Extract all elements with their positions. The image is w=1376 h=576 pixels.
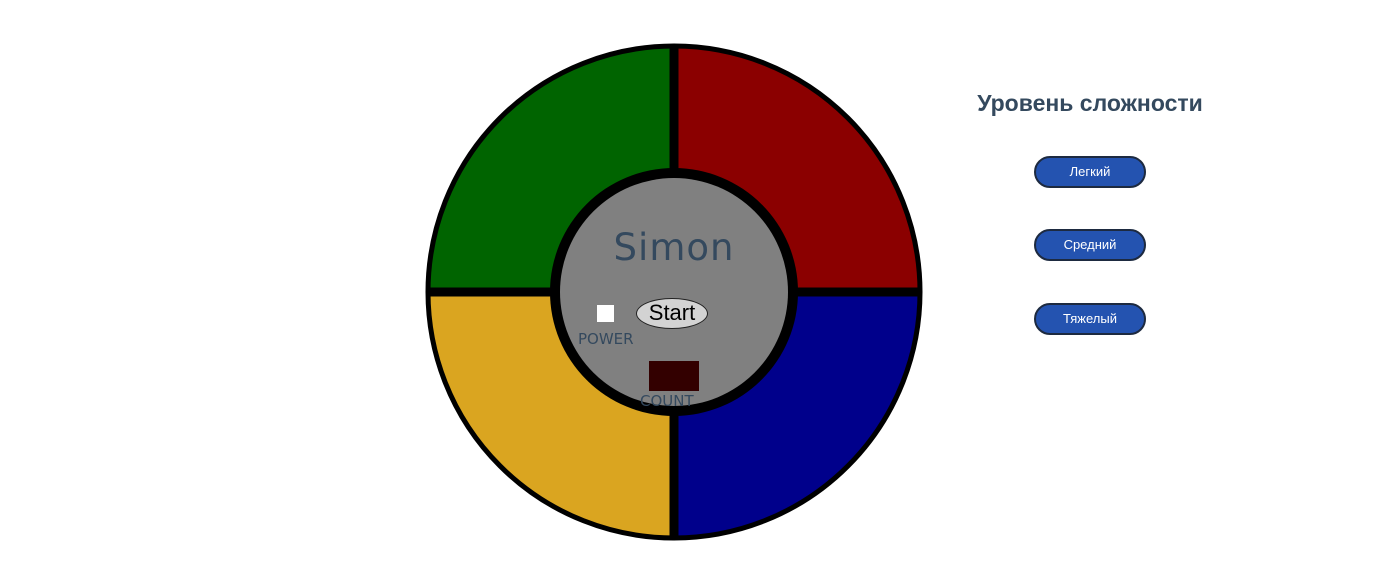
- medium-level-button[interactable]: Средний: [1034, 229, 1146, 261]
- control-panel: Simon Start POWER COUNT: [560, 178, 788, 410]
- hard-level-button[interactable]: Тяжелый: [1034, 303, 1146, 335]
- start-button[interactable]: Start: [636, 298, 708, 329]
- simon-page: Simon Start POWER COUNT Уровень сложност…: [0, 0, 1376, 576]
- power-label: POWER: [578, 330, 634, 348]
- difficulty-title: Уровень сложности: [977, 90, 1203, 116]
- count-label: COUNT: [640, 392, 694, 410]
- game-title: Simon: [613, 226, 735, 269]
- simon-board: Simon Start POWER COUNT: [424, 42, 924, 542]
- count-display: [649, 361, 699, 391]
- power-toggle[interactable]: [597, 305, 614, 322]
- easy-level-button[interactable]: Легкий: [1034, 156, 1146, 188]
- difficulty-panel: Уровень сложности Легкий Средний Тяжелый: [975, 90, 1205, 335]
